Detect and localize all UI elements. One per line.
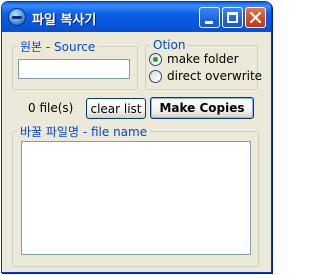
maximize-icon — [227, 12, 238, 23]
radio-direct-overwrite[interactable]: direct overwrite — [149, 69, 262, 83]
radio-make-folder[interactable]: make folder — [149, 52, 239, 66]
make-folder-label: make folder — [167, 52, 239, 66]
close-button[interactable] — [245, 7, 266, 28]
filename-textarea[interactable] — [21, 141, 251, 255]
filename-legend: 바꿀 파일명 - file name — [20, 125, 148, 139]
app-window: 파일 복사기 원본 - Source Otion make folder dir… — [1, 1, 272, 273]
clear-list-button[interactable]: clear list — [86, 98, 146, 119]
make-folder-radio[interactable] — [149, 52, 162, 66]
file-count: 0 file(s) — [28, 101, 74, 115]
direct-overwrite-radio[interactable] — [149, 69, 162, 83]
source-input[interactable] — [18, 59, 130, 79]
app-icon[interactable] — [8, 8, 26, 26]
title-bar[interactable]: 파일 복사기 — [2, 2, 271, 32]
source-legend: 원본 - Source — [20, 40, 96, 54]
option-legend: Otion — [153, 38, 186, 52]
direct-overwrite-label: direct overwrite — [167, 69, 263, 83]
minimize-icon — [205, 21, 213, 24]
maximize-button[interactable] — [222, 7, 243, 28]
window-title: 파일 복사기 — [32, 13, 97, 28]
make-copies-button[interactable]: Make Copies — [150, 97, 254, 119]
close-icon — [250, 12, 261, 23]
minimize-button[interactable] — [199, 7, 220, 28]
